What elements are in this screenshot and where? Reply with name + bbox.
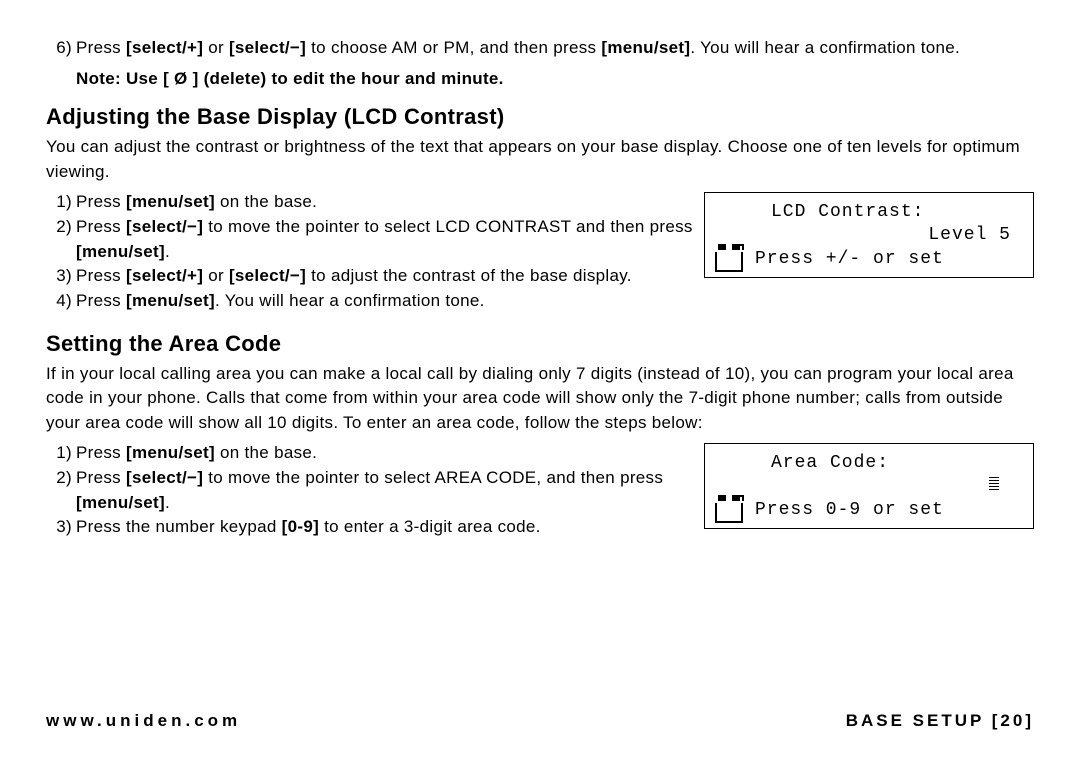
t: Press — [76, 38, 126, 57]
t: . — [165, 493, 170, 512]
key-menu-set: [menu/set] — [126, 192, 215, 211]
lcd-line: Level 5 — [715, 224, 1023, 247]
step-number: 4) — [46, 289, 76, 314]
intro-area-code: If in your local calling area you can ma… — [46, 362, 1034, 436]
key-menu-set: [menu/set] — [601, 38, 690, 57]
step-6: 6) Press [select/+] or [select/−] to cho… — [46, 36, 1034, 61]
battery-icon — [715, 248, 745, 272]
lcd-line: Press 0-9 or set — [715, 499, 1023, 523]
t: Press the number keypad — [76, 517, 282, 536]
lcd-preview-area-code: Area Code: Press 0-9 or set — [704, 443, 1034, 529]
t: Press — [76, 266, 126, 285]
key-select-minus: [select/−] — [126, 468, 203, 487]
key-select-minus: [select/−] — [229, 266, 306, 285]
step-text: Press [select/−] to move the pointer to … — [76, 215, 694, 264]
step-number: 6) — [46, 36, 76, 61]
key-num-pad: [0-9] — [282, 517, 319, 536]
list-item: 1) Press [menu/set] on the base. — [46, 441, 694, 466]
step-text: Press the number keypad [0-9] to enter a… — [76, 515, 694, 540]
step-number: 2) — [46, 466, 76, 491]
intro-lcd-contrast: You can adjust the contrast or brightnes… — [46, 135, 1034, 184]
list-item: 3) Press the number keypad [0-9] to ente… — [46, 515, 694, 540]
list-item: 4) Press [menu/set]. You will hear a con… — [46, 289, 694, 314]
footer-url: www.uniden.com — [46, 709, 241, 734]
key-menu-set: [menu/set] — [76, 242, 165, 261]
step-text: Press [select/−] to move the pointer to … — [76, 466, 694, 515]
list-item: 3) Press [select/+] or [select/−] to adj… — [46, 264, 694, 289]
step-number: 3) — [46, 515, 76, 540]
key-select-minus: [select/−] — [229, 38, 306, 57]
list-item: 2) Press [select/−] to move the pointer … — [46, 215, 694, 264]
t: Press — [76, 443, 126, 462]
t: to adjust the contrast of the base displ… — [306, 266, 632, 285]
t: Press — [76, 217, 126, 236]
step-number: 1) — [46, 441, 76, 466]
key-menu-set: [menu/set] — [76, 493, 165, 512]
step-text: Press [select/+] or [select/−] to adjust… — [76, 264, 694, 289]
t: . — [165, 242, 170, 261]
t: . You will hear a confirmation tone. — [690, 38, 960, 57]
key-menu-set: [menu/set] — [126, 291, 215, 310]
lcd-line — [715, 475, 1023, 498]
list-item: 2) Press [select/−] to move the pointer … — [46, 466, 694, 515]
t: Press — [76, 192, 126, 211]
steps-lcd-contrast: 1) Press [menu/set] on the base. 2) Pres… — [46, 190, 704, 313]
footer-page: BASE SETUP [20] — [846, 709, 1034, 734]
page-footer: www.uniden.com BASE SETUP [20] — [46, 709, 1034, 734]
t: to move the pointer to select LCD CONTRA… — [203, 217, 693, 236]
t: on the base. — [215, 192, 317, 211]
lcd-line: LCD Contrast: — [715, 201, 1023, 224]
t: on the base. — [215, 443, 317, 462]
lcd-text: Press 0-9 or set — [755, 499, 944, 522]
step-text: Press [menu/set] on the base. — [76, 190, 694, 215]
step-number: 2) — [46, 215, 76, 240]
t: Press — [76, 468, 126, 487]
lcd-text: Press +/- or set — [755, 248, 944, 271]
t: or — [203, 266, 229, 285]
step-number: 3) — [46, 264, 76, 289]
note-delete-edit: Note: Use [ Ø ] (delete) to edit the hou… — [76, 67, 1034, 92]
step-text: Press [menu/set]. You will hear a confir… — [76, 289, 694, 314]
steps-area-code: 1) Press [menu/set] on the base. 2) Pres… — [46, 441, 704, 540]
t: to enter a 3-digit area code. — [319, 517, 541, 536]
t: . You will hear a confirmation tone. — [215, 291, 485, 310]
key-menu-set: [menu/set] — [126, 443, 215, 462]
lcd-line: Press +/- or set — [715, 248, 1023, 272]
step-number: 1) — [46, 190, 76, 215]
battery-icon — [715, 499, 745, 523]
heading-lcd-contrast: Adjusting the Base Display (LCD Contrast… — [46, 101, 1034, 133]
step-text: Press [select/+] or [select/−] to choose… — [76, 36, 1034, 61]
heading-area-code: Setting the Area Code — [46, 328, 1034, 360]
t: to move the pointer to select AREA CODE,… — [203, 468, 663, 487]
key-select-plus: [select/+] — [126, 266, 203, 285]
lcd-line: Area Code: — [715, 452, 1023, 475]
key-select-plus: [select/+] — [126, 38, 203, 57]
key-select-minus: [select/−] — [126, 217, 203, 236]
step-text: Press [menu/set] on the base. — [76, 441, 694, 466]
t: to choose AM or PM, and then press — [306, 38, 601, 57]
cursor-icon — [989, 477, 999, 491]
t: or — [203, 38, 229, 57]
lcd-preview-contrast: LCD Contrast: Level 5 Press +/- or set — [704, 192, 1034, 278]
list-item: 1) Press [menu/set] on the base. — [46, 190, 694, 215]
t: Press — [76, 291, 126, 310]
